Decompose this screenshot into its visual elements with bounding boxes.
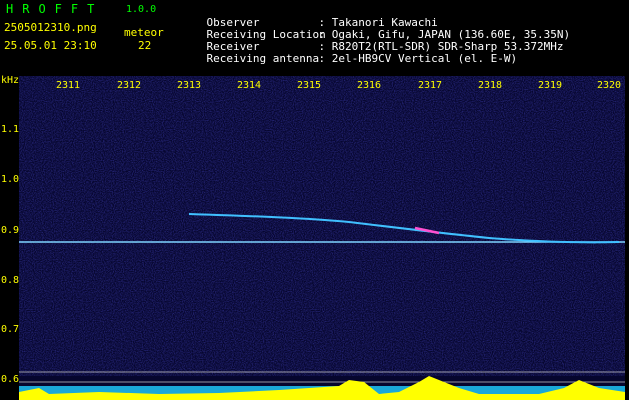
x-tick-label: 2319 xyxy=(538,80,563,91)
x-tick-label: 2318 xyxy=(478,80,503,91)
x-tick-label: 2311 xyxy=(56,80,81,91)
y-tick-label: 0.8 xyxy=(1,275,20,286)
x-tick-label: 2313 xyxy=(177,80,202,91)
spectrogram xyxy=(19,76,625,400)
noise-layer xyxy=(19,76,625,376)
y-tick-label: 0.7 xyxy=(1,324,20,335)
app-version: 1.0.0 xyxy=(126,4,157,15)
y-tick-label: 1.1 xyxy=(1,124,20,135)
meteor-count: 22 xyxy=(138,39,152,52)
x-tick-label: 2316 xyxy=(357,80,382,91)
y-tick-label: 1.0 xyxy=(1,174,20,185)
x-tick-label: 2315 xyxy=(297,80,322,91)
app-title: HROFFT xyxy=(6,2,104,16)
station-label: Receiving antenna xyxy=(206,52,320,65)
x-tick-label: 2317 xyxy=(418,80,443,91)
station-row-antenna: Receiving antenna: 2el-HB9CV Vertical (e… xyxy=(180,41,518,77)
frequency-unit-label: kHz xyxy=(1,75,20,86)
x-tick-label: 2320 xyxy=(597,80,622,91)
station-value: : 2el-HB9CV Vertical (el. E-W) xyxy=(318,52,518,65)
header-panel: HROFFT 1.0.0 2505012310.png meteor 25.05… xyxy=(0,0,629,76)
x-tick-label: 2314 xyxy=(237,80,262,91)
y-tick-label: 0.9 xyxy=(1,225,20,236)
x-tick-label: 2312 xyxy=(117,80,142,91)
observation-mode: meteor xyxy=(124,26,164,39)
timestamp: 25.05.01 23:10 xyxy=(4,39,97,52)
image-filename: 2505012310.png xyxy=(4,21,97,34)
y-tick-label: 0.6 xyxy=(1,374,20,385)
